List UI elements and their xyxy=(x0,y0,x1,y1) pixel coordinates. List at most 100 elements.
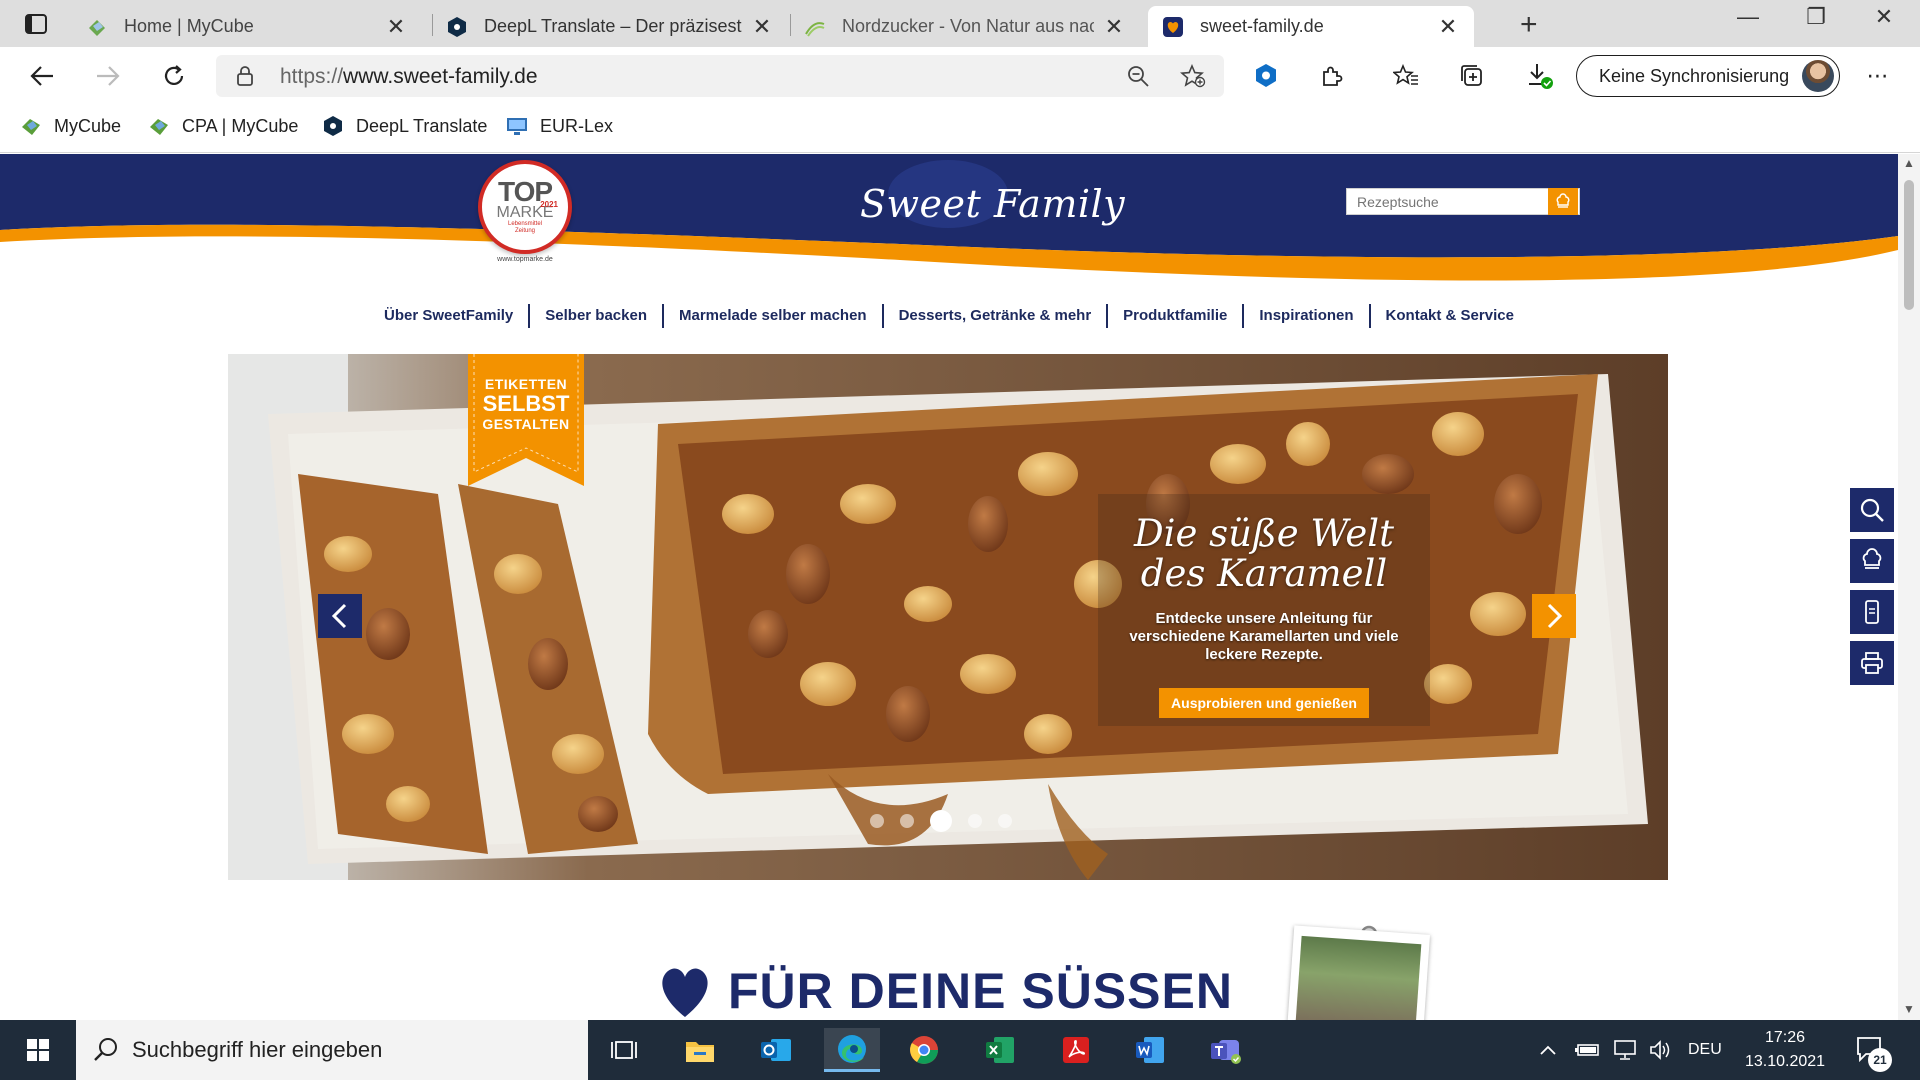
url-scheme: https:// xyxy=(280,65,344,88)
label-design-ribbon[interactable]: ETIKETTEN SELBST GESTALTEN xyxy=(468,354,584,486)
sync-label: Keine Synchronisierung xyxy=(1599,65,1790,86)
ribbon-line2: SELBST xyxy=(482,391,570,416)
slider-dot[interactable] xyxy=(870,814,884,828)
side-toolbar xyxy=(1850,488,1894,692)
slider-prev-button[interactable] xyxy=(318,594,362,638)
bookmark-label: DeepL Translate xyxy=(356,115,488,136)
chef-hat-icon xyxy=(1862,548,1882,569)
slider-next-button[interactable] xyxy=(1532,594,1576,638)
add-favorite-icon[interactable] xyxy=(1180,64,1206,88)
nav-item-selber-backen[interactable]: Selber backen xyxy=(530,304,664,328)
notification-center-button[interactable]: 21 xyxy=(1854,1034,1892,1072)
bookmark-deepl[interactable]: DeepL Translate xyxy=(322,115,487,137)
restore-button[interactable]: ❐ xyxy=(1796,4,1836,30)
chrome-button[interactable] xyxy=(896,1028,952,1072)
extension-button[interactable] xyxy=(1248,60,1284,92)
scroll-down-icon[interactable]: ▼ xyxy=(1903,1002,1915,1016)
nav-item-inspirationen[interactable]: Inspirationen xyxy=(1244,304,1371,328)
start-button[interactable] xyxy=(8,1020,68,1080)
tab-sweetfamily[interactable]: sweet-family.de ✕ xyxy=(1148,6,1474,47)
downloads-button[interactable] xyxy=(1522,60,1558,92)
slider-dot[interactable] xyxy=(998,814,1012,828)
address-bar[interactable]: https://www.sweet-family.de xyxy=(216,55,1224,97)
outlook-button[interactable] xyxy=(748,1028,804,1072)
task-view-button[interactable] xyxy=(596,1028,652,1072)
nav-item-marmelade[interactable]: Marmelade selber machen xyxy=(664,304,884,328)
clock[interactable]: 17:26 13.10.2021 xyxy=(1730,1026,1840,1074)
volume-control[interactable] xyxy=(1648,1020,1672,1080)
bookmarks-bar: MyCube CPA | MyCube DeepL Translate EUR-… xyxy=(0,105,1920,153)
collections-button[interactable] xyxy=(1454,60,1490,92)
nav-item-ueber-sweetfamily[interactable]: Über SweetFamily xyxy=(369,304,531,328)
slide-cta-button[interactable]: Ausprobieren und genießen xyxy=(1159,688,1369,718)
page-scrollbar[interactable]: ▲ ▼ xyxy=(1898,154,1920,1020)
side-recipe-button[interactable] xyxy=(1850,539,1894,583)
slider-dot[interactable] xyxy=(900,814,914,828)
slider-dot-active[interactable] xyxy=(930,810,952,832)
sync-profile-button[interactable]: Keine Synchronisierung xyxy=(1576,55,1840,97)
word-button[interactable] xyxy=(1122,1028,1178,1072)
collections-icon xyxy=(1461,65,1482,86)
teams-button[interactable] xyxy=(1198,1028,1254,1072)
show-hidden-icons-button[interactable] xyxy=(1538,1020,1558,1080)
tab-title: DeepL Translate – Der präziseste xyxy=(484,16,742,36)
reload-button[interactable] xyxy=(156,60,192,92)
extensions-button[interactable] xyxy=(1314,60,1350,92)
scroll-up-icon[interactable]: ▲ xyxy=(1903,156,1915,170)
lock-icon[interactable] xyxy=(236,66,254,86)
side-search-button[interactable] xyxy=(1850,488,1894,532)
close-tab-icon[interactable]: ✕ xyxy=(384,14,408,40)
deepl-icon xyxy=(448,16,466,37)
search-icon xyxy=(1860,498,1884,522)
battery-status[interactable] xyxy=(1574,1020,1602,1080)
close-tab-icon[interactable]: ✕ xyxy=(1102,14,1126,40)
forward-button[interactable] xyxy=(90,60,126,92)
notification-count-badge: 21 xyxy=(1868,1048,1892,1072)
network-icon xyxy=(1614,1040,1636,1060)
slider-dots xyxy=(870,810,1028,832)
taskbar-search-box[interactable]: Suchbegriff hier eingeben xyxy=(76,1020,588,1080)
side-mobile-button[interactable] xyxy=(1850,590,1894,634)
close-window-button[interactable]: ✕ xyxy=(1864,4,1904,30)
site-logo[interactable]: Sweet Family xyxy=(860,182,1125,226)
file-explorer-button[interactable] xyxy=(672,1028,728,1072)
side-print-button[interactable] xyxy=(1850,641,1894,685)
close-tab-icon[interactable]: ✕ xyxy=(750,14,774,40)
slider-dot[interactable] xyxy=(968,814,982,828)
favorites-button[interactable] xyxy=(1388,60,1424,92)
bookmark-mycube[interactable]: MyCube xyxy=(20,115,121,137)
excel-button[interactable] xyxy=(972,1028,1028,1072)
tab-mycube[interactable]: Home | MyCube ✕ xyxy=(72,6,422,47)
bookmark-eurlex[interactable]: EUR-Lex xyxy=(506,115,613,137)
mycube-icon xyxy=(150,119,168,135)
network-status[interactable] xyxy=(1612,1020,1638,1080)
nav-item-kontakt[interactable]: Kontakt & Service xyxy=(1371,304,1529,328)
clock-time: 17:26 xyxy=(1764,1029,1806,1046)
tab-nordzucker[interactable]: Nordzucker - Von Natur aus nach ✕ xyxy=(790,6,1140,47)
chevron-right-icon xyxy=(1547,603,1563,629)
acrobat-button[interactable] xyxy=(1048,1028,1104,1072)
nav-item-produktfamilie[interactable]: Produktfamilie xyxy=(1108,304,1245,328)
tab-actions-button[interactable] xyxy=(18,10,54,38)
back-button[interactable] xyxy=(24,60,60,92)
printer-icon xyxy=(1861,652,1883,674)
eurlex-icon xyxy=(507,118,527,135)
bookmark-cpa-mycube[interactable]: CPA | MyCube xyxy=(148,115,298,137)
mobile-phone-icon xyxy=(1865,600,1879,624)
recipe-search-button[interactable] xyxy=(1548,188,1578,215)
new-tab-button[interactable]: + xyxy=(1520,8,1538,42)
close-tab-icon[interactable]: ✕ xyxy=(1436,14,1460,40)
settings-more-button[interactable]: ⋯ xyxy=(1860,60,1896,92)
slide-headline: Die süße Welt des Karamell xyxy=(1098,514,1430,594)
chevron-left-icon xyxy=(331,603,347,629)
recipe-search-input[interactable] xyxy=(1346,188,1580,215)
heart-icon xyxy=(662,968,708,1017)
tab-deepl[interactable]: DeepL Translate – Der präziseste ✕ xyxy=(432,6,788,47)
minimize-button[interactable]: — xyxy=(1728,4,1768,30)
edge-button[interactable] xyxy=(824,1028,880,1072)
file-explorer-icon xyxy=(686,1042,714,1062)
input-language[interactable]: DEU xyxy=(1688,1020,1722,1080)
scrollbar-thumb[interactable] xyxy=(1904,180,1914,310)
zoom-icon[interactable] xyxy=(1126,64,1150,88)
nav-item-desserts[interactable]: Desserts, Getränke & mehr xyxy=(884,304,1109,328)
